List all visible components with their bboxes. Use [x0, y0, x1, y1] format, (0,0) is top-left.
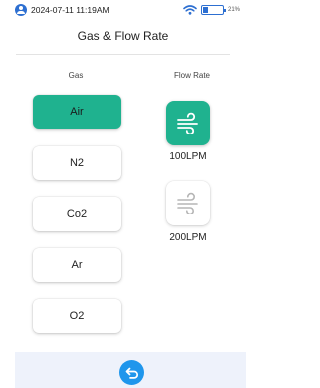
flow-option-200lpm[interactable] [166, 181, 210, 225]
gas-column-header: Gas [68, 71, 84, 80]
flow-label-200lpm: 200LPM [169, 232, 207, 243]
flow-rate-column-header: Flow Rate [173, 71, 210, 80]
status-datetime: 2024-07-11 11:19AM [31, 5, 110, 15]
page-title: Gas & Flow Rate [77, 29, 169, 43]
gas-option-n2[interactable]: N2 [33, 146, 121, 180]
wind-icon [177, 192, 198, 214]
status-bar: 2024-07-11 11:19AM 21% [0, 0, 246, 20]
flow-label-100lpm: 100LPM [169, 151, 207, 162]
gas-option-o2[interactable]: O2 [33, 299, 121, 333]
gas-option-co2[interactable]: Co2 [33, 197, 121, 231]
battery-icon [200, 5, 226, 15]
flow-option-100lpm[interactable] [166, 101, 210, 145]
status-indicators: 21% [183, 5, 240, 15]
back-arrow-icon [125, 367, 138, 379]
battery-percent: 21% [227, 7, 240, 13]
wind-icon [177, 112, 198, 134]
wifi-icon [183, 5, 197, 15]
back-button[interactable] [119, 360, 144, 385]
gas-option-ar[interactable]: Ar [33, 248, 121, 282]
title-divider [16, 54, 230, 55]
user-icon [15, 4, 27, 16]
gas-option-air[interactable]: Air [33, 95, 121, 129]
